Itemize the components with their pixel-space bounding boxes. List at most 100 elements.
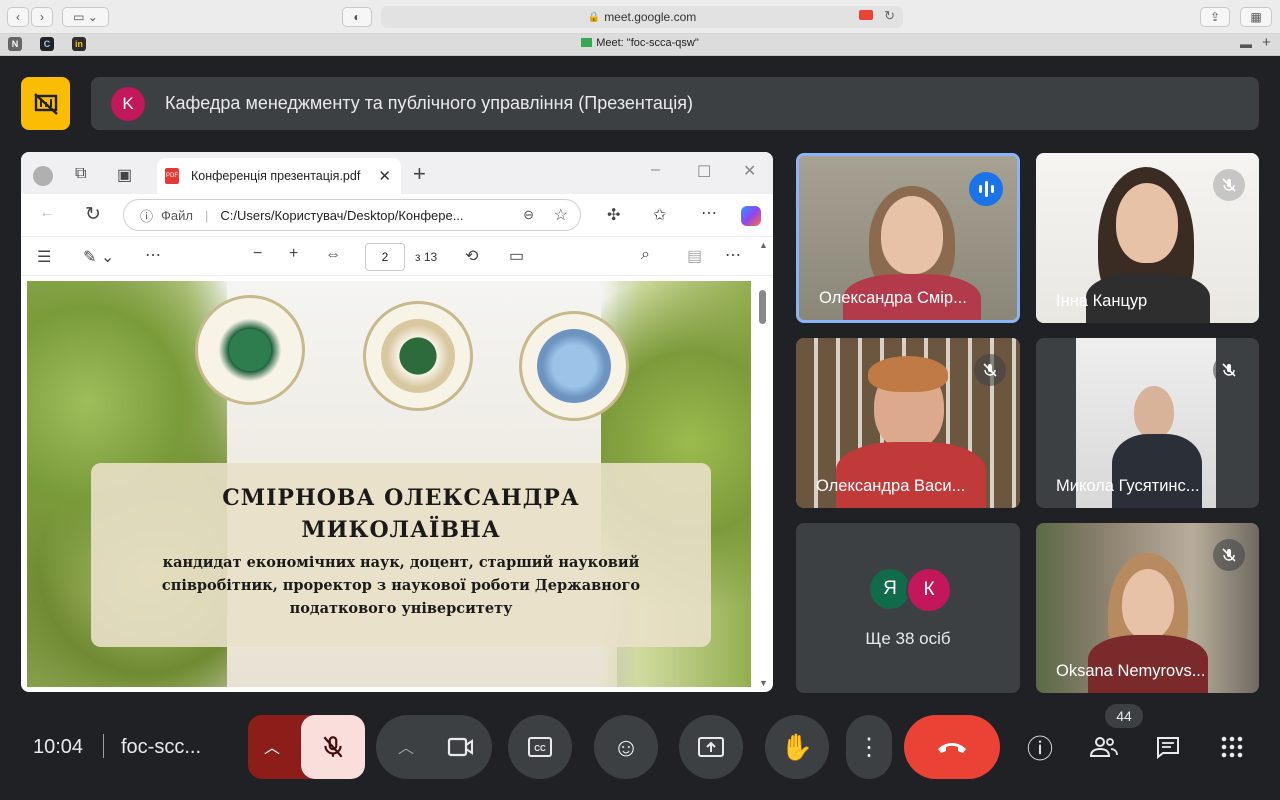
back-icon[interactable]: ‹ [7,7,29,27]
profile-icon[interactable] [33,166,53,186]
microphone-button[interactable] [301,715,365,779]
share-icon[interactable]: ⇪ [1200,7,1230,27]
fit-width-icon[interactable]: ⇔ [325,246,341,264]
tab-overview-icon[interactable]: ▦ [1240,7,1272,27]
more-vert-icon: ⋮ [857,733,881,761]
present-button[interactable] [679,715,743,779]
more-participants-tile[interactable]: Я К Ще 38 осіб [796,523,1020,693]
contents-icon[interactable]: ☰ [37,247,51,267]
participant-tile[interactable]: Микола Гусятинс... [1036,338,1259,508]
zoom-icon[interactable]: ⊖ [523,207,534,223]
leave-call-button[interactable] [904,715,1000,779]
favorite-icon[interactable]: ☆ [554,205,568,225]
sidebar-toggle-icon[interactable]: ▭ ⌄ [62,7,109,27]
maximize-icon[interactable]: ☐ [697,162,711,182]
copilot-icon[interactable] [741,206,761,226]
present-screen-icon [698,737,724,757]
faculty-seal-center [363,301,473,411]
scroll-thumb[interactable] [759,290,766,324]
edge-address-bar[interactable]: ⓘ Файл | C:/Users/Користувач/Desktop/Кон… [123,199,581,231]
zoom-out-icon[interactable]: − [253,245,262,263]
participant-tile[interactable]: Інна Канцур [1036,153,1259,323]
hang-up-icon [938,743,966,753]
participant-avatar: К [906,567,952,613]
audio-options-icon[interactable]: ︿ [264,734,280,758]
camera-button[interactable] [430,715,492,779]
separator: | [204,207,209,223]
forward-icon[interactable]: › [31,7,53,27]
reload-icon[interactable]: ↻ [884,8,895,24]
tab-camera-icon: ▬ [1240,37,1252,51]
mic-off-icon [1213,539,1245,571]
raise-hand-button[interactable]: ✋ [765,715,829,779]
participant-tile[interactable]: Олександра Васи... [796,338,1020,508]
back-icon[interactable]: ← [39,204,55,222]
edge-tab[interactable]: PDF Конференція презентація.pdf ✕ [157,158,401,194]
camera-in-use-icon [859,10,873,20]
pdf-toolbar: ☰ ✎ ⌄ ⋯ − + ⇔ 2 з 13 ⟲ ▭ ⌕ ▤ ⋯ [21,236,773,276]
pdf-more-icon[interactable]: ⋯ [725,245,741,265]
participant-name: Микола Гусятинс... [1056,477,1200,495]
close-window-icon[interactable]: ✕ [743,161,756,181]
speaker-patronymic: МИКОЛАЇВНА [301,517,501,543]
department-seal-right [519,311,629,421]
more-icon[interactable]: ⋯ [701,203,717,223]
favorites-icon[interactable]: ✩ [653,205,666,225]
extensions-icon[interactable]: ✣ [607,205,620,225]
active-tab[interactable]: Meet: "foc-scca-qsw" [0,37,1280,49]
pdf-scrollbar[interactable]: ▲ ▼ [757,240,769,688]
face [1134,386,1174,438]
edge-tab-title: Конференція презентація.pdf [191,169,361,183]
find-icon[interactable]: ⌕ [641,246,650,264]
reactions-button[interactable]: ☺ [594,715,658,779]
participant-tile[interactable]: Oksana Nemyrovs... [1036,523,1259,693]
more-tools-icon[interactable]: ⋯ [145,245,161,265]
new-tab-icon[interactable]: + [413,161,426,187]
privacy-shield-icon[interactable]: ◐ [342,7,372,27]
more-participants-label: Ще 38 осіб [865,629,951,648]
face [1116,183,1178,263]
info-icon: ⓘ [1026,733,1053,764]
svg-text:CC: CC [534,744,546,753]
participant-tile[interactable]: Олександра Смір... [796,153,1020,323]
page-number-input[interactable]: 2 [365,243,405,271]
url-bar[interactable]: 🔒 meet.google.com ↻ [381,6,903,28]
scroll-down-icon[interactable]: ▼ [759,678,768,688]
browser-toolbar: ‹ › ▭ ⌄ ◐ 🔒 meet.google.com ↻ ⇪ ▦ [0,0,1280,34]
meeting-info-button[interactable]: ⓘ [1020,715,1060,779]
close-tab-icon[interactable]: ✕ [378,167,391,185]
save-icon[interactable]: ▤ [687,246,702,266]
rotate-icon[interactable]: ⟲ [465,246,478,266]
captions-icon: CC [528,737,552,757]
refresh-icon[interactable]: ↻ [85,203,101,226]
clothing [1112,434,1202,508]
mic-off-icon [323,736,343,758]
mic-off-icon [1213,169,1245,201]
clock: 10:04 [33,736,84,758]
speaker-description: кандидат економічних наук, доцент, старш… [161,554,641,617]
activities-button[interactable] [1212,715,1252,779]
participant-name: Інна Канцур [1056,292,1148,310]
captions-button[interactable]: CC [508,715,572,779]
apps-grid-icon [1221,736,1243,758]
more-options-button[interactable]: ⋮ [846,715,892,779]
workspaces-icon[interactable]: ⧉ [75,165,86,183]
scroll-up-icon[interactable]: ▲ [759,240,768,250]
presenter-avatar: K [111,86,145,121]
video-options-icon[interactable]: ︿ [398,734,414,758]
speaker-card: СМІРНОВА ОЛЕКСАНДРА МИКОЛАЇВНА кандидат … [91,463,711,647]
minimize-icon[interactable]: – [651,161,660,179]
people-icon [1089,737,1118,757]
meeting-code[interactable]: foc-scc... [121,736,201,759]
page-view-icon[interactable]: ▭ [509,246,524,266]
presentation-off-button[interactable] [21,77,70,130]
tab-actions-icon[interactable]: ▣ [117,165,132,185]
presentation-off-icon [33,92,58,115]
new-tab-icon[interactable]: + [1262,34,1271,51]
zoom-in-icon[interactable]: + [289,245,298,263]
meeting-controls: 10:04 foc-scc... ︿ ︿ CC ☺ ✋ ⋮ ⓘ 44 [0,704,1280,800]
draw-icon[interactable]: ✎ ⌄ [83,247,114,267]
chat-button[interactable] [1148,715,1188,779]
meet-favicon-icon [581,38,593,47]
participant-count-badge: 44 [1105,704,1143,728]
